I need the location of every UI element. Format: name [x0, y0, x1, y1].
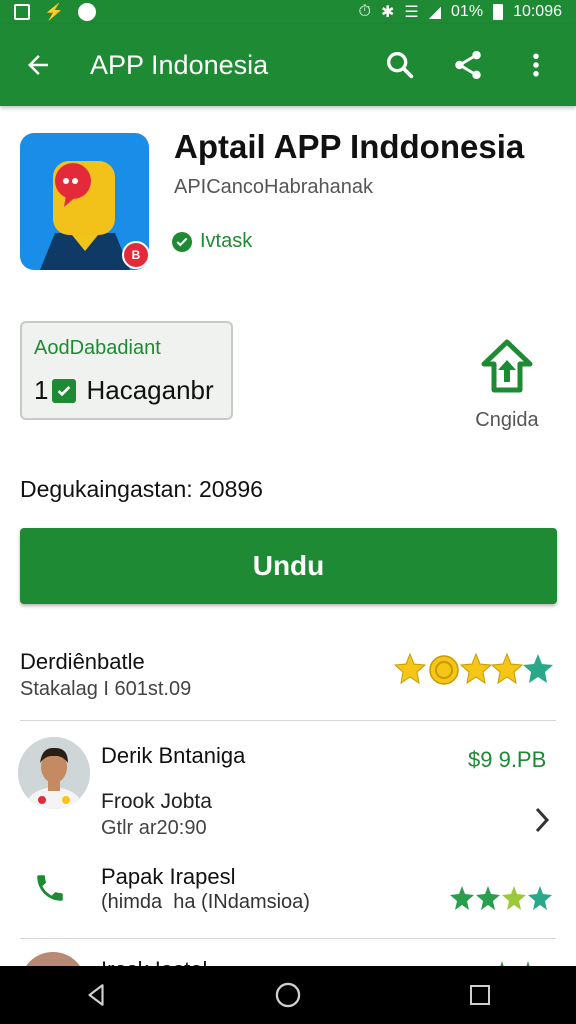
info-box-row: 1 Hacaganbr	[34, 375, 214, 406]
developer-name[interactable]: APICancoHabrahanak	[174, 176, 373, 199]
rating-stars-graphic-2	[450, 886, 552, 910]
info-box-value: Hacaganbr	[86, 375, 214, 405]
review-line1: Frook Jobta	[101, 790, 212, 813]
battery-percent: 01%	[451, 3, 484, 20]
checkbox-icon	[52, 378, 77, 403]
chevron-right-icon	[535, 807, 550, 833]
app-badge: B	[122, 241, 150, 269]
bluetooth-icon: ✱	[380, 4, 395, 21]
app-bar-actions	[376, 41, 560, 89]
review-line2: Gtlr ar20:90	[101, 817, 207, 839]
status-left: ⚡	[14, 2, 96, 22]
back-button[interactable]	[6, 24, 70, 106]
wifi-icon: ☰	[404, 4, 419, 21]
divider	[20, 720, 556, 721]
status-bar: ⚡ ⏱ ✱ ☰ ◢ 01% 10:096	[0, 0, 576, 24]
cngida-label: Cngida	[475, 409, 539, 431]
verified-row: Ivtask	[172, 230, 252, 253]
navigation-bar	[0, 966, 576, 1024]
status-time: 10:096	[513, 3, 562, 20]
review-line1-2: (himda ha (INdamsioa)	[101, 891, 310, 913]
app-bar: APP Indonesia	[0, 24, 576, 106]
more-vert-icon	[533, 53, 539, 77]
install-button[interactable]: Undu	[20, 528, 557, 604]
search-button[interactable]	[376, 41, 424, 89]
screen: ⚡ ⏱ ✱ ☰ ◢ 01% 10:096 APP Indonesia B Apt…	[0, 0, 576, 1024]
expand-button[interactable]	[528, 802, 556, 838]
check-circle-icon	[172, 231, 192, 252]
ratings-subtitle: Stakalag I 601st.09	[20, 678, 192, 700]
review-author-name-2: Papak Irapesl	[101, 864, 236, 889]
info-box-label: AodDabadiant	[34, 337, 161, 359]
bolt-icon: ⚡	[44, 4, 64, 21]
nav-recents-icon	[470, 985, 490, 1005]
nav-back-icon	[88, 984, 104, 1006]
avatar-image	[18, 737, 90, 809]
review-author-name: Derik Bntaniga	[101, 743, 246, 768]
alarm-icon: ⏱	[358, 3, 371, 20]
nav-home-icon	[275, 982, 301, 1008]
rating-stars-graphic	[394, 652, 553, 685]
downloads-count: Degukaingastan: 20896	[20, 476, 263, 502]
search-icon	[386, 51, 414, 79]
more-options-button[interactable]	[512, 41, 560, 89]
nav-home-button[interactable]	[268, 975, 308, 1015]
info-box[interactable]: AodDabadiant 1 Hacaganbr	[20, 321, 233, 420]
home-upload-icon	[481, 339, 533, 393]
avatar[interactable]	[18, 737, 90, 809]
status-right: ⏱ ✱ ☰ ◢ 01% 10:096	[358, 2, 562, 22]
phone-icon	[37, 875, 63, 901]
nav-recents-button[interactable]	[460, 975, 500, 1015]
share-icon	[455, 50, 481, 80]
share-button[interactable]	[444, 41, 492, 89]
battery-icon	[493, 4, 504, 20]
divider-2	[20, 938, 556, 939]
app-title: Aptail APP Inddonesia	[174, 128, 525, 165]
app-bar-title: APP Indonesia	[90, 49, 269, 80]
verified-text: Ivtask	[200, 230, 253, 252]
review-price: $9 9.PB	[468, 747, 547, 772]
ratings-title: Derdiênbatle	[20, 649, 145, 674]
info-box-count: 1	[34, 375, 49, 405]
dot-icon	[77, 3, 96, 21]
phone-button[interactable]	[30, 868, 70, 908]
rating-stars-2	[449, 884, 553, 914]
cngida-button[interactable]: Cngida	[466, 338, 548, 432]
rating-stars	[394, 652, 554, 688]
notification-icon	[14, 4, 30, 20]
nav-back-button[interactable]	[76, 975, 116, 1015]
signal-icon: ◢	[428, 4, 442, 21]
back-arrow-icon	[28, 55, 48, 75]
